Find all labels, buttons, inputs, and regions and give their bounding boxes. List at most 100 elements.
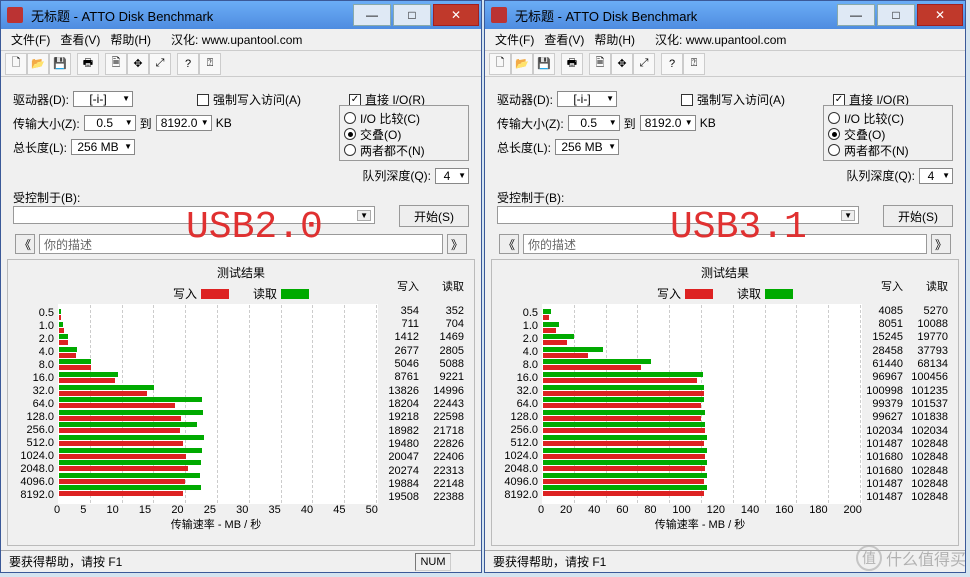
write-bar [59, 340, 68, 345]
radio-compare[interactable]: I/O 比较(C) [344, 110, 464, 126]
print-icon[interactable]: 🖶 [77, 53, 99, 75]
read-bar [543, 460, 707, 465]
menu-file[interactable]: 文件(F) [491, 29, 538, 50]
controlled-label: 受控制于(B): [13, 189, 375, 206]
move-icon[interactable]: ✥ [127, 53, 149, 75]
menu-view[interactable]: 查看(V) [56, 29, 104, 50]
radio-overlap[interactable]: 交叠(O) [344, 126, 464, 142]
size-from-select[interactable]: 0.5 [568, 115, 620, 131]
write-bar [543, 353, 588, 358]
menu-help[interactable]: 帮助(H) [106, 29, 155, 50]
prev-button[interactable]: 《 [15, 234, 35, 254]
status-help: 要获得帮助，请按 F1 [9, 553, 122, 570]
titlebar[interactable]: 无标题 - ATTO Disk Benchmark — □ ✕ [485, 1, 965, 29]
size-icon[interactable]: ⤢ [149, 53, 171, 75]
app-icon [7, 7, 23, 23]
write-bar [543, 466, 705, 471]
bar-row [59, 421, 377, 434]
help-icon[interactable]: ? [177, 53, 199, 75]
write-bar [59, 466, 188, 471]
save-icon[interactable]: 💾 [533, 53, 555, 75]
bar-row [543, 358, 861, 371]
close-button[interactable]: ✕ [917, 4, 963, 26]
write-bar [59, 441, 183, 446]
legend-read-label: 读取 [737, 285, 761, 302]
open-icon[interactable]: 📂 [27, 53, 49, 75]
size-to-select[interactable]: 8192.0 [640, 115, 696, 131]
radio-icon [828, 128, 840, 140]
write-bar [543, 454, 705, 459]
help-icon[interactable]: ? [661, 53, 683, 75]
queue-select[interactable]: 4 [435, 168, 469, 184]
new-icon[interactable]: 🗋 [489, 53, 511, 75]
bar-row [543, 434, 861, 447]
size-to-select[interactable]: 8192.0 [156, 115, 212, 131]
chart: 0.51.02.04.08.016.032.064.0128.0256.0512… [8, 304, 474, 504]
next-button[interactable]: 》 [447, 234, 467, 254]
length-select[interactable]: 256 MB [555, 139, 619, 155]
size-icon[interactable]: ⤢ [633, 53, 655, 75]
write-bar [59, 479, 185, 484]
read-bar [59, 435, 204, 440]
read-bar [59, 385, 154, 390]
chart: 0.51.02.04.08.016.032.064.0128.0256.0512… [492, 304, 958, 504]
titlebar[interactable]: 无标题 - ATTO Disk Benchmark — □ ✕ [1, 1, 481, 29]
radio-neither[interactable]: 两者都不(N) [828, 142, 948, 158]
checkbox-icon [833, 94, 845, 106]
print-icon[interactable]: 🖶 [561, 53, 583, 75]
next-button[interactable]: 》 [931, 234, 951, 254]
kb-label: KB [216, 116, 232, 130]
menu-view[interactable]: 查看(V) [540, 29, 588, 50]
context-help-icon[interactable]: ⍰ [683, 53, 705, 75]
radio-neither[interactable]: 两者都不(N) [344, 142, 464, 158]
length-label: 总长度(L): [497, 139, 551, 156]
page-icon[interactable]: 🗎 [589, 53, 611, 75]
bar-row [543, 384, 861, 397]
maximize-button[interactable]: □ [877, 4, 915, 26]
radio-overlap[interactable]: 交叠(O) [828, 126, 948, 142]
start-button[interactable]: 开始(S) [399, 205, 469, 227]
write-bar [59, 416, 181, 421]
read-bar [543, 372, 703, 377]
new-icon[interactable]: 🗋 [5, 53, 27, 75]
bar-row [59, 333, 377, 346]
drive-select[interactable]: [-i-] [557, 91, 617, 107]
watermark-text: 什么值得买 [886, 546, 966, 570]
open-icon[interactable]: 📂 [511, 53, 533, 75]
value-columns: 3547111412267750468761138261820419218189… [378, 304, 468, 504]
length-select[interactable]: 256 MB [71, 139, 135, 155]
radio-icon [828, 112, 840, 124]
read-bar [59, 322, 63, 327]
context-help-icon[interactable]: ⍰ [199, 53, 221, 75]
read-bar [543, 347, 603, 352]
force-write-checkbox[interactable]: 强制写入访问(A) [197, 91, 301, 108]
drive-select[interactable]: [-i-] [73, 91, 133, 107]
drive-label: 驱动器(D): [13, 91, 69, 108]
write-bar [59, 428, 180, 433]
read-bar [59, 410, 203, 415]
queue-select[interactable]: 4 [919, 168, 953, 184]
write-bar [59, 454, 186, 459]
move-icon[interactable]: ✥ [611, 53, 633, 75]
read-bar [543, 448, 707, 453]
close-button[interactable]: ✕ [433, 4, 479, 26]
window-title: 无标题 - ATTO Disk Benchmark [27, 6, 351, 25]
radio-compare[interactable]: I/O 比较(C) [828, 110, 948, 126]
prev-button[interactable]: 《 [499, 234, 519, 254]
queue-depth-row: 队列深度(Q): 4 [846, 167, 953, 184]
maximize-button[interactable]: □ [393, 4, 431, 26]
write-bar [543, 391, 704, 396]
window-title: 无标题 - ATTO Disk Benchmark [511, 6, 835, 25]
force-write-checkbox[interactable]: 强制写入访问(A) [681, 91, 785, 108]
size-from-select[interactable]: 0.5 [84, 115, 136, 131]
write-bar [543, 315, 549, 320]
menu-help[interactable]: 帮助(H) [590, 29, 639, 50]
bar-row [543, 409, 861, 422]
save-icon[interactable]: 💾 [49, 53, 71, 75]
minimize-button[interactable]: — [837, 4, 875, 26]
minimize-button[interactable]: — [353, 4, 391, 26]
toolbar: 🗋📂💾 🖶 🗎✥⤢?⍰ [1, 51, 481, 77]
start-button[interactable]: 开始(S) [883, 205, 953, 227]
menu-file[interactable]: 文件(F) [7, 29, 54, 50]
page-icon[interactable]: 🗎 [105, 53, 127, 75]
